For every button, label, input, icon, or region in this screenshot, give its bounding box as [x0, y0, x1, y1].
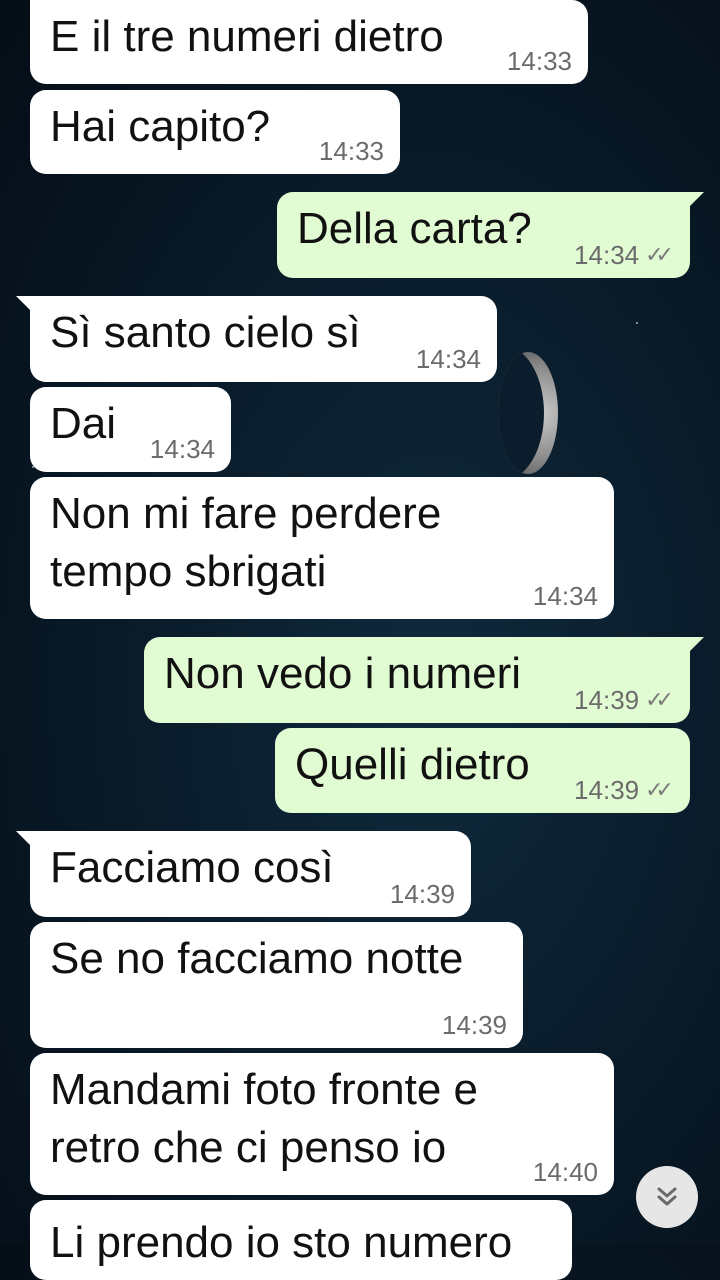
message-text: E il tre numeri dietro — [50, 12, 444, 61]
message-time: 14:39 — [574, 775, 640, 805]
message-meta: 14:34 ✓✓ — [574, 240, 674, 270]
message-text: Non mi fare perdere tempo sbrigati — [50, 489, 442, 596]
message-meta: 14:34 — [150, 434, 215, 464]
bubble-tail — [16, 831, 38, 853]
message-text: Sì santo cielo sì — [50, 308, 361, 357]
message-time: 14:40 — [532, 1157, 598, 1187]
message-time: 14:39 — [441, 1010, 507, 1040]
message-time: 14:39 — [574, 685, 640, 715]
message-incoming[interactable]: Non mi fare perdere tempo sbrigati 14:34 — [30, 477, 614, 619]
message-outgoing[interactable]: Quelli dietro 14:39 ✓✓ — [275, 728, 690, 813]
message-meta: 14:33 — [507, 46, 572, 76]
double-check-icon: ✓✓ — [645, 242, 674, 267]
message-time: 14:39 — [389, 879, 455, 909]
message-incoming[interactable]: Li prendo io sto numero — [30, 1200, 572, 1280]
bubble-tail — [682, 637, 704, 659]
message-outgoing[interactable]: Della carta? 14:34 ✓✓ — [277, 192, 704, 278]
message-meta: 14:39 ✓✓ — [574, 685, 674, 715]
message-text: Se no facciamo notte — [50, 934, 464, 983]
message-meta: 14:34 — [416, 344, 481, 374]
scroll-to-bottom-button[interactable] — [636, 1166, 698, 1228]
message-incoming[interactable]: Hai capito? 14:33 — [30, 90, 400, 174]
chevron-double-down-icon — [657, 1187, 677, 1206]
message-meta: 14:39 — [390, 879, 455, 909]
message-text: Non vedo i numeri — [164, 649, 522, 698]
message-text: Quelli dietro — [295, 740, 530, 789]
message-incoming[interactable]: Mandami foto fronte e retro che ci penso… — [30, 1053, 614, 1195]
message-text: Mandami foto fronte e retro che ci penso… — [50, 1065, 479, 1172]
bubble-tail — [16, 296, 38, 318]
message-time: 14:34 — [532, 581, 598, 611]
bubble-tail — [682, 192, 704, 214]
message-text: Hai capito? — [50, 102, 271, 151]
message-time: 14:34 — [415, 344, 481, 374]
message-time: 14:34 — [149, 434, 215, 464]
double-check-icon: ✓✓ — [645, 777, 674, 802]
message-incoming[interactable]: Sì santo cielo sì 14:34 — [16, 296, 497, 382]
message-text: Della carta? — [297, 204, 532, 253]
message-meta: 14:33 — [319, 136, 384, 166]
moon-illustration — [498, 352, 558, 474]
message-incoming[interactable]: Facciamo così 14:39 — [16, 831, 471, 917]
message-incoming[interactable]: Se no facciamo notte 14:39 — [30, 922, 523, 1048]
double-check-icon: ✓✓ — [645, 687, 674, 712]
message-meta: 14:34 — [533, 581, 598, 611]
message-text: Facciamo così — [50, 843, 334, 892]
message-text: Li prendo io sto numero — [50, 1218, 513, 1267]
message-outgoing[interactable]: Non vedo i numeri 14:39 ✓✓ — [144, 637, 704, 723]
message-time: 14:33 — [318, 136, 384, 166]
star — [636, 322, 638, 324]
message-meta: 14:39 — [442, 1010, 507, 1040]
message-time: 14:34 — [574, 240, 640, 270]
message-incoming[interactable]: Dai 14:34 — [30, 387, 231, 472]
message-text: Dai — [50, 399, 117, 448]
message-meta: 14:39 ✓✓ — [574, 775, 674, 805]
message-time: 14:33 — [506, 46, 572, 76]
message-incoming[interactable]: E il tre numeri dietro 14:33 — [30, 0, 588, 84]
message-meta: 14:40 — [533, 1157, 598, 1187]
